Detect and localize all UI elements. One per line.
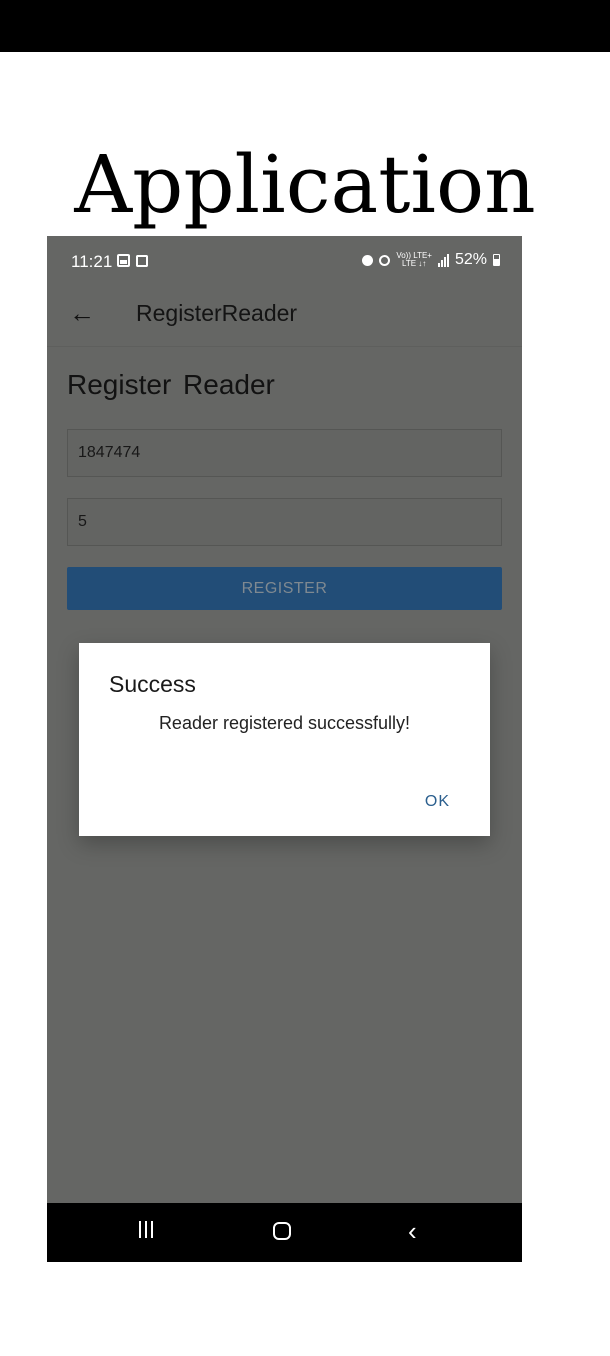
app-bar-title: RegisterReader: [136, 300, 298, 326]
nav-back-icon[interactable]: ‹: [408, 1216, 417, 1247]
screen-record-icon: [136, 255, 148, 267]
status-bar: 11:21 Vo)) LTE+ LTE ↓↑ 52%: [47, 236, 522, 288]
dialog-ok-button[interactable]: OK: [425, 793, 450, 811]
page-heading: Register Reader: [67, 369, 275, 400]
success-dialog: Success Reader registered successfully! …: [79, 643, 490, 836]
home-icon[interactable]: [273, 1222, 291, 1240]
battery-percent: 52%: [454, 251, 487, 268]
network-label-bottom: LTE ↓↑: [401, 259, 427, 268]
gallery-icon: [117, 254, 130, 267]
network-indicator: Vo)) LTE+ LTE ↓↑: [396, 252, 432, 268]
battery-icon: [493, 254, 500, 266]
status-notification-icons: [117, 252, 148, 267]
second-input[interactable]: [67, 498, 502, 546]
status-time: 11:21: [71, 252, 113, 271]
alarm-icon: [362, 254, 374, 266]
dialog-message: Reader registered successfully!: [158, 713, 411, 733]
register-button[interactable]: REGISTER: [67, 567, 502, 610]
dialog-title: Success: [109, 671, 196, 697]
signal-icon: [437, 253, 449, 267]
phone-screen: 11:21 Vo)) LTE+ LTE ↓↑ 52% ← RegisterRea…: [47, 236, 522, 1262]
reader-id-input[interactable]: [67, 429, 502, 477]
system-nav-bar: ‹: [47, 1203, 522, 1262]
back-arrow-icon[interactable]: ←: [69, 298, 95, 329]
status-right-group: Vo)) LTE+ LTE ↓↑ 52%: [362, 251, 500, 269]
app-bar: ← RegisterReader: [47, 288, 522, 347]
hotspot-icon: [379, 254, 391, 266]
recent-apps-icon[interactable]: [139, 1221, 153, 1238]
slide-title: Application: [74, 138, 536, 231]
top-black-bar: [0, 0, 610, 52]
